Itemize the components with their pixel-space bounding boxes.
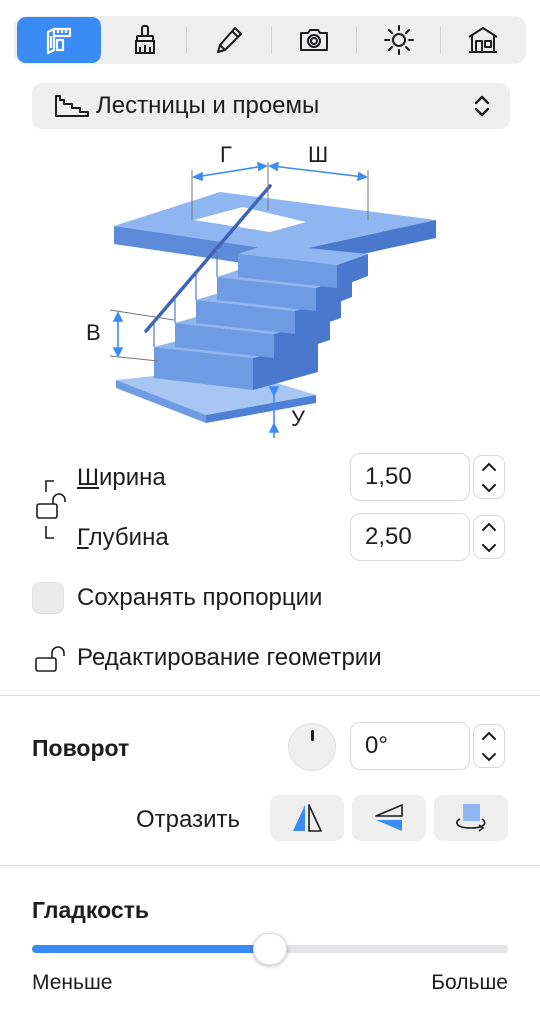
label-v: В bbox=[86, 320, 101, 345]
depth-decrement[interactable] bbox=[474, 537, 504, 558]
smoothness-max-label: Больше bbox=[431, 971, 508, 994]
house-icon bbox=[468, 27, 498, 53]
rotate-3d-button[interactable] bbox=[434, 795, 508, 841]
top-toolbar bbox=[14, 16, 526, 64]
rotate-3d-icon bbox=[456, 804, 486, 832]
rotation-decrement[interactable] bbox=[474, 746, 504, 767]
reflect-label: Отразить bbox=[136, 806, 240, 833]
chevron-down-icon bbox=[482, 752, 496, 761]
keep-proportions-checkbox[interactable] bbox=[32, 582, 64, 614]
smoothness-slider-thumb[interactable] bbox=[253, 933, 287, 965]
divider bbox=[0, 865, 540, 866]
tool-edit[interactable] bbox=[187, 17, 271, 63]
smoothness-slider-fill bbox=[32, 945, 270, 953]
mirror-horizontal-icon bbox=[293, 804, 322, 832]
mirror-horizontal-button[interactable] bbox=[270, 795, 344, 841]
chevron-down-icon bbox=[482, 543, 496, 552]
tool-lighting[interactable] bbox=[357, 17, 441, 63]
width-increment[interactable] bbox=[474, 456, 504, 477]
unlock-icon bbox=[35, 646, 65, 672]
chevron-down-icon bbox=[482, 483, 496, 492]
rotation-row: 0° bbox=[0, 721, 540, 771]
mirror-vertical-button[interactable] bbox=[352, 795, 426, 841]
tool-dimensions[interactable] bbox=[17, 17, 101, 63]
camera-icon bbox=[299, 29, 328, 51]
rotation-input[interactable]: 0° bbox=[350, 722, 470, 770]
width-stepper[interactable] bbox=[473, 455, 505, 499]
category-label: Лестницы и проемы bbox=[96, 92, 320, 119]
tool-building[interactable] bbox=[441, 17, 525, 63]
label-sh: Ш bbox=[308, 142, 328, 167]
smoothness-min-label: Меньше bbox=[32, 971, 113, 994]
brush-icon bbox=[134, 25, 155, 54]
edit-geometry-row[interactable]: Редактирование геометрии bbox=[32, 640, 512, 676]
smoothness-title: Гладкость bbox=[32, 897, 150, 923]
width-decrement[interactable] bbox=[474, 477, 504, 498]
rotation-increment[interactable] bbox=[474, 725, 504, 746]
sun-icon bbox=[383, 25, 414, 55]
chevron-up-icon bbox=[482, 522, 496, 531]
chevron-updown-icon bbox=[474, 95, 490, 117]
dimensions-icon bbox=[46, 27, 71, 55]
stair-steps bbox=[154, 244, 368, 390]
stairs-icon bbox=[55, 95, 89, 117]
depth-input[interactable]: 2,50 bbox=[350, 513, 470, 561]
tool-camera[interactable] bbox=[272, 17, 356, 63]
tool-materials[interactable] bbox=[103, 17, 187, 63]
keep-proportions-label: Сохранять пропорции bbox=[77, 584, 323, 611]
width-input[interactable]: 1,50 bbox=[350, 453, 470, 501]
keep-proportions-row: Сохранять пропорции bbox=[32, 580, 512, 616]
width-row: Ширина 1,50 bbox=[0, 452, 540, 502]
rotation-stepper[interactable] bbox=[473, 724, 505, 768]
category-select[interactable]: Лестницы и проемы bbox=[32, 83, 510, 129]
label-g: Г bbox=[220, 142, 232, 167]
divider bbox=[0, 695, 540, 696]
chevron-up-icon bbox=[482, 731, 496, 740]
depth-increment[interactable] bbox=[474, 516, 504, 537]
depth-label: Глубина bbox=[77, 524, 169, 551]
label-u: У bbox=[291, 406, 306, 431]
pencil-icon bbox=[217, 27, 243, 53]
width-label: Ширина bbox=[77, 464, 166, 491]
mirror-vertical-icon bbox=[375, 804, 403, 831]
depth-row: Глубина 2,50 bbox=[0, 512, 540, 562]
stair-illustration: Г Ш В У bbox=[86, 142, 436, 438]
chevron-up-icon bbox=[482, 462, 496, 471]
depth-stepper[interactable] bbox=[473, 515, 505, 559]
edit-geometry-label: Редактирование геометрии bbox=[77, 644, 382, 671]
